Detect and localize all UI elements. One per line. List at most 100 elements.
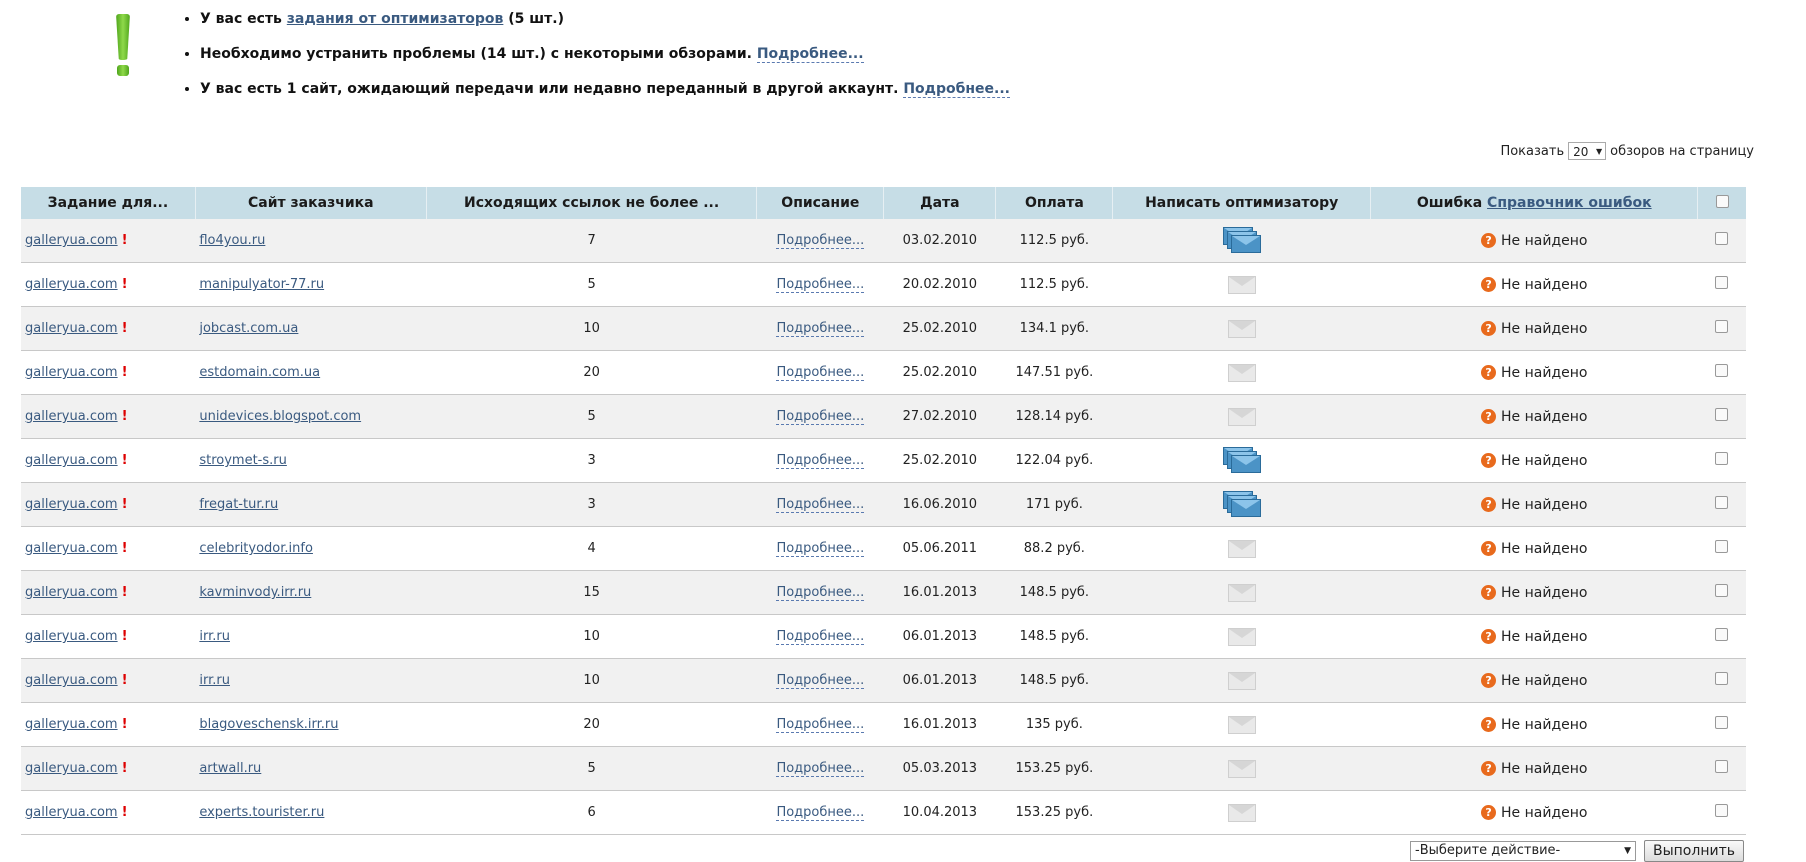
error-status: Не найдено xyxy=(1501,408,1588,425)
error-status: Не найдено xyxy=(1501,628,1588,645)
task-site-link[interactable]: galleryua.com xyxy=(25,277,118,292)
description-link[interactable]: Подробнее... xyxy=(776,453,865,469)
row-checkbox[interactable] xyxy=(1715,716,1729,729)
customer-site-link[interactable]: estdomain.com.ua xyxy=(199,365,320,380)
envelope-icon[interactable] xyxy=(1227,803,1256,822)
customer-site-link[interactable]: blagoveschensk.irr.ru xyxy=(199,717,338,732)
envelope-icon[interactable] xyxy=(1227,759,1256,778)
error-status: Не найдено xyxy=(1501,232,1588,249)
row-checkbox[interactable] xyxy=(1715,276,1729,289)
select-all-checkbox[interactable] xyxy=(1715,194,1729,208)
task-site-link[interactable]: galleryua.com xyxy=(25,585,118,600)
row-checkbox[interactable] xyxy=(1715,672,1729,685)
col-task[interactable]: Задание для... xyxy=(21,187,196,219)
task-site-link[interactable]: galleryua.com xyxy=(25,541,118,556)
description-link[interactable]: Подробнее... xyxy=(776,277,865,293)
envelope-icon[interactable] xyxy=(1227,539,1256,558)
description-link[interactable]: Подробнее... xyxy=(776,585,865,601)
description-link[interactable]: Подробнее... xyxy=(776,805,865,821)
col-site[interactable]: Сайт заказчика xyxy=(195,187,427,219)
row-checkbox[interactable] xyxy=(1715,760,1729,773)
envelopes-stack-icon[interactable] xyxy=(1222,226,1261,255)
task-cell: galleryua.com! xyxy=(21,306,196,351)
envelope-icon[interactable] xyxy=(1227,275,1256,294)
pay-cell: 112.5 руб. xyxy=(995,262,1113,307)
description-link[interactable]: Подробнее... xyxy=(776,717,865,733)
task-site-link[interactable]: galleryua.com xyxy=(25,321,118,336)
per-page-select[interactable]: 20 xyxy=(1568,142,1607,161)
row-checkbox[interactable] xyxy=(1715,452,1729,465)
col-pay[interactable]: Оплата xyxy=(995,187,1114,219)
execute-button[interactable]: Выполнить xyxy=(1644,840,1744,862)
col-date[interactable]: Дата xyxy=(883,187,997,219)
description-link[interactable]: Подробнее... xyxy=(776,541,865,557)
description-link[interactable]: Подробнее... xyxy=(776,629,865,645)
description-link[interactable]: Подробнее... xyxy=(776,321,865,337)
task-cell: galleryua.com! xyxy=(21,614,196,659)
envelope-icon[interactable] xyxy=(1227,583,1256,602)
envelope-icon[interactable] xyxy=(1227,671,1256,690)
task-site-link[interactable]: galleryua.com xyxy=(25,233,118,248)
task-site-link[interactable]: galleryua.com xyxy=(25,453,118,468)
row-checkbox[interactable] xyxy=(1715,540,1729,553)
description-link[interactable]: Подробнее... xyxy=(776,673,865,689)
envelope-icon[interactable] xyxy=(1227,319,1256,338)
customer-site-link[interactable]: artwall.ru xyxy=(199,761,261,776)
task-site-link[interactable]: galleryua.com xyxy=(25,497,118,512)
description-link[interactable]: Подробнее... xyxy=(776,497,865,513)
row-checkbox[interactable] xyxy=(1715,584,1729,597)
write-cell xyxy=(1112,350,1371,395)
customer-site-link[interactable]: kavminvody.irr.ru xyxy=(199,585,311,600)
envelopes-stack-icon[interactable] xyxy=(1222,446,1261,475)
task-site-link[interactable]: galleryua.com xyxy=(25,717,118,732)
row-checkbox[interactable] xyxy=(1715,320,1729,333)
description-link[interactable]: Подробнее... xyxy=(776,409,865,425)
question-icon: ? xyxy=(1481,365,1497,380)
desc-cell: Подробнее... xyxy=(756,350,884,395)
row-checkbox[interactable] xyxy=(1715,804,1729,817)
customer-site-link[interactable]: celebrityodor.info xyxy=(199,541,313,556)
customer-site-link[interactable]: stroymet-s.ru xyxy=(199,453,287,468)
desc-cell: Подробнее... xyxy=(756,702,884,747)
task-site-link[interactable]: galleryua.com xyxy=(25,673,118,688)
action-select[interactable]: -Выберите действие- xyxy=(1410,841,1636,861)
row-checkbox[interactable] xyxy=(1715,408,1729,421)
task-site-link[interactable]: galleryua.com xyxy=(25,761,118,776)
row-checkbox[interactable] xyxy=(1715,628,1729,641)
pay-cell: 153.25 руб. xyxy=(995,790,1113,835)
col-links[interactable]: Исходящих ссылок не более ... xyxy=(426,187,758,219)
customer-site-link[interactable]: fregat-tur.ru xyxy=(199,497,278,512)
envelopes-stack-icon[interactable] xyxy=(1222,490,1261,519)
customer-site-link[interactable]: unidevices.blogspot.com xyxy=(199,409,361,424)
envelope-icon[interactable] xyxy=(1227,715,1256,734)
date-cell: 05.06.2011 xyxy=(883,526,996,571)
error-cell: ? Не найдено xyxy=(1370,438,1698,483)
description-link[interactable]: Подробнее... xyxy=(776,761,865,777)
customer-site-link[interactable]: jobcast.com.ua xyxy=(199,321,298,336)
customer-site-link[interactable]: flo4you.ru xyxy=(199,233,265,248)
task-site-link[interactable]: galleryua.com xyxy=(25,629,118,644)
pay-cell: 112.5 руб. xyxy=(995,219,1113,263)
error-reference-link[interactable]: Справочник ошибок xyxy=(1487,195,1652,211)
task-cell: galleryua.com! xyxy=(21,438,196,483)
customer-site-link[interactable]: experts.tourister.ru xyxy=(199,805,324,820)
envelope-icon[interactable] xyxy=(1227,363,1256,382)
customer-site-link[interactable]: irr.ru xyxy=(199,673,230,688)
customer-site-link[interactable]: irr.ru xyxy=(199,629,230,644)
row-checkbox[interactable] xyxy=(1715,232,1729,245)
envelope-icon[interactable] xyxy=(1227,407,1256,426)
task-site-link[interactable]: galleryua.com xyxy=(25,409,118,424)
task-site-link[interactable]: galleryua.com xyxy=(25,805,118,820)
row-checkbox[interactable] xyxy=(1715,364,1729,377)
customer-site-link[interactable]: manipulyator-77.ru xyxy=(199,277,324,292)
date-cell: 20.02.2010 xyxy=(883,262,996,307)
envelope-icon[interactable] xyxy=(1227,627,1256,646)
problems-details-link[interactable]: Подробнее... xyxy=(756,46,864,63)
row-checkbox[interactable] xyxy=(1715,496,1729,509)
task-site-link[interactable]: galleryua.com xyxy=(25,365,118,380)
notice-item-problems: Необходимо устранить проблемы (14 шт.) с… xyxy=(200,44,1010,64)
description-link[interactable]: Подробнее... xyxy=(776,233,865,249)
transfer-details-link[interactable]: Подробнее... xyxy=(903,81,1011,98)
optimizer-tasks-link[interactable]: задания от оптимизаторов xyxy=(287,11,504,27)
description-link[interactable]: Подробнее... xyxy=(776,365,865,381)
